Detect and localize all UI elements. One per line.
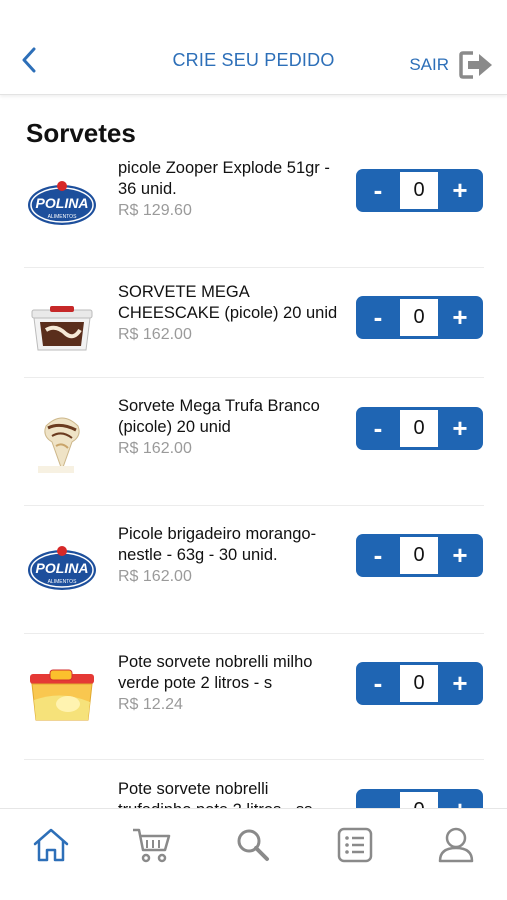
- tab-search[interactable]: [223, 819, 283, 871]
- svg-text:POLINA: POLINA: [36, 560, 89, 576]
- quantity-input[interactable]: [400, 172, 438, 209]
- decrease-button[interactable]: -: [356, 534, 400, 577]
- product-image: POLINA ALIMENTOS: [24, 538, 100, 598]
- product-price: R$ 162.00: [118, 440, 192, 457]
- svg-text:POLINA: POLINA: [36, 195, 89, 211]
- svg-text:ALIMENTOS: ALIMENTOS: [48, 214, 77, 220]
- ice-cream-cone-image: [38, 417, 80, 473]
- product-item: POLINA ALIMENTOS Picole brigadeiro moran…: [24, 522, 484, 634]
- product-list-container: Sorvetes POLINA ALIMENTOS picole Zooper …: [0, 96, 507, 808]
- quantity-input[interactable]: [400, 299, 438, 336]
- tab-orders[interactable]: [325, 819, 385, 871]
- quantity-stepper: - +: [356, 662, 483, 705]
- product-name: Pote sorvete nobrelli milho verde pote 2…: [118, 653, 313, 692]
- increase-button[interactable]: +: [438, 662, 482, 705]
- product-item: Pote sorvete nobrelli trufadinho pote 2 …: [24, 779, 484, 808]
- ice-cream-tub-image: [31, 306, 93, 351]
- quantity-stepper: - +: [356, 407, 483, 450]
- bottom-tab-bar: [0, 808, 507, 900]
- product-name: picole Zooper Explode 51gr - 36 unid.: [118, 159, 330, 198]
- tab-profile[interactable]: [426, 819, 486, 871]
- logout-label: SAIR: [409, 55, 449, 74]
- product-name: Picole brigadeiro morango-nestle - 63g -…: [118, 525, 317, 564]
- decrease-button[interactable]: -: [356, 296, 400, 339]
- list-icon: [337, 827, 373, 862]
- product-price: R$ 162.00: [118, 568, 192, 585]
- decrease-button[interactable]: -: [356, 789, 400, 808]
- quantity-input[interactable]: [400, 537, 438, 574]
- logout-icon: [459, 51, 492, 79]
- increase-button[interactable]: +: [438, 169, 482, 212]
- app-header: CRIE SEU PEDIDO SAIR: [0, 0, 507, 95]
- increase-button[interactable]: +: [438, 534, 482, 577]
- quantity-input[interactable]: [400, 410, 438, 447]
- product-name: SORVETE MEGA CHEESCAKE (picole) 20 unid: [118, 283, 338, 322]
- quantity-stepper: - +: [356, 296, 483, 339]
- increase-button[interactable]: +: [438, 407, 482, 450]
- user-icon: [439, 827, 474, 862]
- decrease-button[interactable]: -: [356, 407, 400, 450]
- quantity-stepper: - +: [356, 789, 483, 808]
- increase-button[interactable]: +: [438, 789, 482, 808]
- svg-text:ALIMENTOS: ALIMENTOS: [48, 579, 77, 585]
- product-image: [24, 666, 100, 726]
- polina-logo-image: POLINA ALIMENTOS: [28, 181, 96, 225]
- home-icon: [33, 828, 68, 861]
- product-item: Sorvete Mega Trufa Branco (picole) 20 un…: [24, 392, 484, 506]
- quantity-stepper: - +: [356, 169, 483, 212]
- tab-home[interactable]: [21, 819, 81, 871]
- cart-icon: [133, 828, 171, 862]
- product-item: SORVETE MEGA CHEESCAKE (picole) 20 unid …: [24, 282, 484, 378]
- increase-button[interactable]: +: [438, 296, 482, 339]
- quantity-stepper: - +: [356, 534, 483, 577]
- quantity-input[interactable]: [400, 665, 438, 702]
- polina-logo-image: POLINA ALIMENTOS: [28, 546, 96, 590]
- decrease-button[interactable]: -: [356, 169, 400, 212]
- product-item: POLINA ALIMENTOS picole Zooper Explode 5…: [24, 158, 484, 268]
- product-price: R$ 129.60: [118, 202, 192, 219]
- product-item: Pote sorvete nobrelli milho verde pote 2…: [24, 652, 484, 760]
- section-title: Sorvetes: [26, 118, 136, 148]
- decrease-button[interactable]: -: [356, 662, 400, 705]
- product-image: [24, 414, 100, 474]
- tab-cart[interactable]: [122, 819, 182, 871]
- product-image: [24, 801, 100, 808]
- search-icon: [237, 829, 270, 861]
- product-price: R$ 12.24: [118, 696, 183, 713]
- product-image: POLINA ALIMENTOS: [24, 173, 100, 233]
- logout-button[interactable]: SAIR: [409, 50, 493, 80]
- product-name: Pote sorvete nobrelli trufadinho pote 2 …: [118, 780, 312, 808]
- product-price: R$ 162.00: [118, 326, 192, 343]
- product-name: Sorvete Mega Trufa Branco (picole) 20 un…: [118, 397, 320, 436]
- ice-cream-pot-image: [30, 669, 94, 721]
- product-image: [24, 298, 100, 358]
- quantity-input[interactable]: [400, 792, 438, 808]
